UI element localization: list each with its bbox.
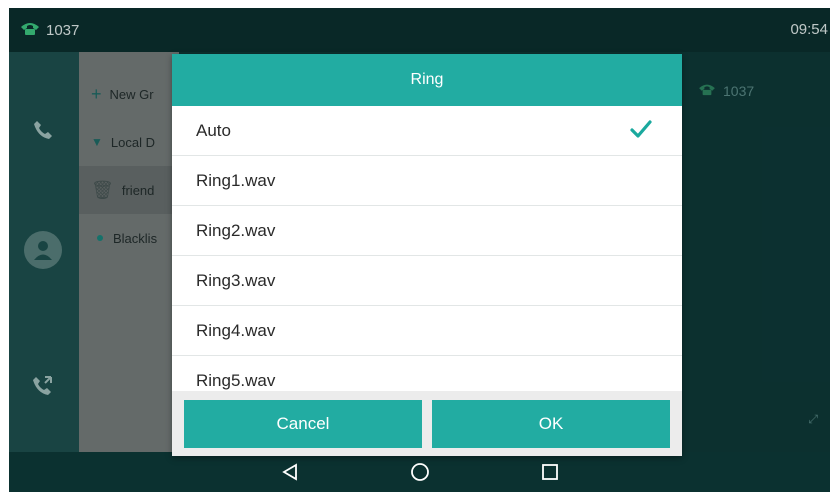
recents-button[interactable] bbox=[485, 452, 615, 492]
ring-option[interactable]: Auto bbox=[172, 106, 682, 156]
option-label: Ring5.wav bbox=[196, 370, 276, 390]
option-label: Ring3.wav bbox=[196, 270, 276, 290]
option-label: Ring2.wav bbox=[196, 220, 276, 240]
dialog-footer: Cancel OK bbox=[172, 391, 682, 456]
check-icon bbox=[630, 119, 652, 144]
ring-dialog: Ring Auto Ring1.wav Ring2.wav Ring3.wav … bbox=[172, 54, 682, 456]
back-triangle-icon bbox=[281, 463, 297, 481]
ring-option[interactable]: Ring4.wav bbox=[172, 306, 682, 356]
ring-option[interactable]: Ring2.wav bbox=[172, 206, 682, 256]
option-label: Ring1.wav bbox=[196, 170, 276, 190]
dialog-title: Ring bbox=[172, 54, 682, 106]
navigation-bar bbox=[9, 452, 830, 492]
ring-option[interactable]: Ring3.wav bbox=[172, 256, 682, 306]
cancel-button[interactable]: Cancel bbox=[184, 399, 422, 448]
home-circle-icon bbox=[410, 463, 429, 481]
recents-square-icon bbox=[541, 464, 558, 480]
option-label: Auto bbox=[196, 120, 231, 140]
ok-button[interactable]: OK bbox=[432, 399, 670, 448]
home-button[interactable] bbox=[355, 452, 485, 492]
back-button[interactable] bbox=[225, 452, 355, 492]
ring-option[interactable]: Ring1.wav bbox=[172, 156, 682, 206]
option-label: Ring4.wav bbox=[196, 320, 276, 340]
